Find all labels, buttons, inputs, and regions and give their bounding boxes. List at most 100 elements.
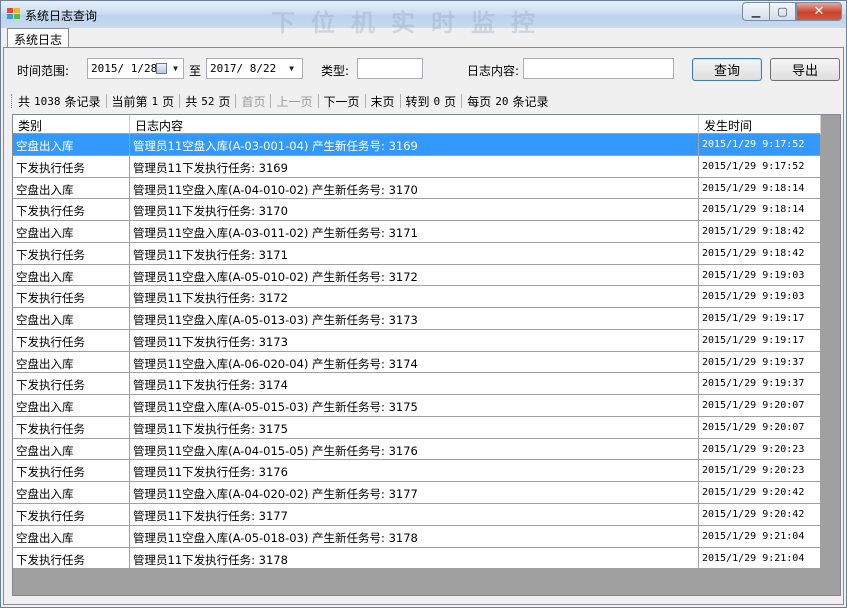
cell-category: 下发执行任务 <box>13 373 130 395</box>
cell-category: 空盘出入库 <box>13 221 130 243</box>
table-row[interactable]: 下发执行任务 管理员11下发执行任务: 3171 2015/1/29 9:18:42 <box>13 242 821 265</box>
cell-time: 2015/1/29 9:19:17 <box>699 329 821 351</box>
cell-category: 下发执行任务 <box>13 460 130 482</box>
cell-time: 2015/1/29 9:20:42 <box>699 504 821 526</box>
tab-strip: 系统日志 <box>3 28 844 48</box>
table-header: 类别 日志内容 发生时间 <box>13 115 821 134</box>
first-page-button[interactable]: 首页 <box>241 93 265 110</box>
cell-content: 管理员11下发执行任务: 3175 <box>130 416 699 438</box>
table-row[interactable]: 下发执行任务 管理员11下发执行任务: 3175 2015/1/29 9:20:07 <box>13 416 821 439</box>
table-row[interactable]: 空盘出入库 管理员11空盘入库(A-06-020-04) 产生新任务号: 3174… <box>13 351 821 374</box>
column-header-content[interactable]: 日志内容 <box>130 115 699 134</box>
per-page-input[interactable]: 20 <box>491 95 512 108</box>
start-date-value: 2015/ 1/28 <box>91 62 158 75</box>
cell-time: 2015/1/29 9:21:04 <box>699 525 821 547</box>
cell-category: 空盘出入库 <box>13 264 130 286</box>
calendar-icon[interactable] <box>156 63 167 74</box>
cell-time: 2015/1/29 9:20:23 <box>699 438 821 460</box>
table-row[interactable]: 空盘出入库 管理员11空盘入库(A-05-015-03) 产生新任务号: 3175… <box>13 395 821 417</box>
maximize-button[interactable]: ▢ <box>769 2 796 21</box>
cell-category: 下发执行任务 <box>13 416 130 438</box>
per-page-prefix: 每页 <box>467 94 492 109</box>
current-page: 1 <box>151 94 159 108</box>
column-header-category[interactable]: 类别 <box>13 115 130 134</box>
table-row[interactable]: 下发执行任务 管理员11下发执行任务: 3174 2015/1/29 9:19:37 <box>13 373 821 396</box>
divider <box>461 94 463 108</box>
cell-content: 管理员11空盘入库(A-05-015-03) 产生新任务号: 3175 <box>130 395 699 417</box>
cell-category: 空盘出入库 <box>13 482 130 504</box>
goto-page-input[interactable]: 0 <box>430 95 445 108</box>
end-date-picker[interactable]: 2017/ 8/22 ▼ <box>206 58 303 79</box>
total-records: 1038 <box>34 94 61 108</box>
cell-category: 下发执行任务 <box>13 329 130 351</box>
table-row[interactable]: 空盘出入库 管理员11空盘入库(A-04-010-02) 产生新任务号: 3170… <box>13 177 821 200</box>
table-row[interactable]: 下发执行任务 管理员11下发执行任务: 3176 2015/1/29 9:20:23 <box>13 460 821 483</box>
type-input[interactable] <box>357 58 423 79</box>
dropdown-arrow-icon[interactable]: ▼ <box>289 64 294 73</box>
next-page-button[interactable]: 下一页 <box>324 93 360 110</box>
total-prefix: 共 <box>18 94 31 109</box>
log-table[interactable]: 类别 日志内容 发生时间 空盘出入库 管理员11空盘入库(A-03-001-04)… <box>12 114 841 596</box>
pages-prefix: 共 <box>185 94 198 109</box>
total-suffix: 条记录 <box>64 94 101 109</box>
table-body: 空盘出入库 管理员11空盘入库(A-03-001-04) 产生新任务号: 3169… <box>13 134 821 570</box>
cell-content: 管理员11下发执行任务: 3169 <box>130 155 699 177</box>
window-title: 系统日志查询 <box>25 9 98 23</box>
cell-time: 2015/1/29 9:19:03 <box>699 264 821 286</box>
cell-content: 管理员11空盘入库(A-04-015-05) 产生新任务号: 3176 <box>130 438 699 460</box>
table-row[interactable]: 空盘出入库 管理员11空盘入库(A-05-018-03) 产生新任务号: 3178… <box>13 525 821 548</box>
table-row[interactable]: 空盘出入库 管理员11空盘入库(A-04-015-05) 产生新任务号: 3176… <box>13 438 821 461</box>
cell-time: 2015/1/29 9:18:42 <box>699 242 821 264</box>
content-input[interactable] <box>523 58 674 79</box>
table-row[interactable]: 下发执行任务 管理员11下发执行任务: 3177 2015/1/29 9:20:42 <box>13 504 821 526</box>
to-label: 至 <box>189 64 202 78</box>
cell-time: 2015/1/29 9:19:17 <box>699 308 821 330</box>
start-date-picker[interactable]: 2015/ 1/28 ▼ <box>87 58 184 79</box>
cell-time: 2015/1/29 9:18:14 <box>699 199 821 221</box>
table-row[interactable]: 空盘出入库 管理员11空盘入库(A-05-013-03) 产生新任务号: 3173… <box>13 308 821 330</box>
cell-content: 管理员11空盘入库(A-04-010-02) 产生新任务号: 3170 <box>130 177 699 199</box>
pager-toolbar: 共 1038 条记录 当前第 1 页 共 52 页 首页 上一页 下一页 末页 … <box>11 91 548 111</box>
column-header-time[interactable]: 发生时间 <box>699 115 821 134</box>
cell-time: 2015/1/29 9:19:37 <box>699 351 821 373</box>
cell-content: 管理员11下发执行任务: 3171 <box>130 242 699 264</box>
close-button[interactable]: ✕ <box>796 2 842 21</box>
table-row[interactable]: 下发执行任务 管理员11下发执行任务: 3178 2015/1/29 9:21:04 <box>13 547 821 570</box>
cell-category: 空盘出入库 <box>13 438 130 460</box>
total-pages: 52 <box>201 94 215 108</box>
log-query-window: 系统日志查询 下位机实时监控 ▁ ▢ ✕ 系统日志 时间范围: 2015/ 1/… <box>0 0 847 608</box>
query-button[interactable]: 查询 <box>692 58 762 81</box>
table-row[interactable]: 下发执行任务 管理员11下发执行任务: 3172 2015/1/29 9:19:03 <box>13 286 821 309</box>
divider <box>399 94 401 108</box>
window-controls: ▁ ▢ ✕ <box>742 2 842 21</box>
cell-category: 下发执行任务 <box>13 504 130 526</box>
table-row[interactable]: 下发执行任务 管理员11下发执行任务: 3173 2015/1/29 9:19:17 <box>13 329 821 352</box>
cell-category: 下发执行任务 <box>13 242 130 264</box>
title-bar[interactable]: 系统日志查询 下位机实时监控 ▁ ▢ ✕ <box>1 1 846 37</box>
cell-category: 空盘出入库 <box>13 134 130 155</box>
export-button[interactable]: 导出 <box>770 58 840 81</box>
cell-content: 管理员11空盘入库(A-05-018-03) 产生新任务号: 3178 <box>130 525 699 547</box>
table-row[interactable]: 空盘出入库 管理员11空盘入库(A-03-001-04) 产生新任务号: 3169… <box>13 134 821 156</box>
prev-page-button[interactable]: 上一页 <box>276 93 312 110</box>
table-row[interactable]: 空盘出入库 管理员11空盘入库(A-05-010-02) 产生新任务号: 3172… <box>13 264 821 287</box>
cell-content: 管理员11空盘入库(A-03-011-02) 产生新任务号: 3171 <box>130 221 699 243</box>
last-page-button[interactable]: 末页 <box>371 93 395 110</box>
cell-content: 管理员11下发执行任务: 3177 <box>130 504 699 526</box>
table-row[interactable]: 空盘出入库 管理员11空盘入库(A-04-020-02) 产生新任务号: 3177… <box>13 482 821 505</box>
close-icon: ✕ <box>813 4 825 19</box>
table-row[interactable]: 空盘出入库 管理员11空盘入库(A-03-011-02) 产生新任务号: 3171… <box>13 221 821 243</box>
cell-content: 管理员11空盘入库(A-04-020-02) 产生新任务号: 3177 <box>130 482 699 504</box>
divider <box>105 94 107 108</box>
cell-category: 下发执行任务 <box>13 155 130 177</box>
cell-time: 2015/1/29 9:20:07 <box>699 416 821 438</box>
table-row[interactable]: 下发执行任务 管理员11下发执行任务: 3170 2015/1/29 9:18:14 <box>13 199 821 222</box>
toolbar-grip[interactable] <box>11 94 14 108</box>
tab-system-log[interactable]: 系统日志 <box>7 28 70 48</box>
dropdown-arrow-icon: ▼ <box>173 64 178 73</box>
minimize-button[interactable]: ▁ <box>742 2 769 21</box>
cell-content: 管理员11下发执行任务: 3173 <box>130 329 699 351</box>
cell-content: 管理员11下发执行任务: 3170 <box>130 199 699 221</box>
table-row[interactable]: 下发执行任务 管理员11下发执行任务: 3169 2015/1/29 9:17:52 <box>13 155 821 178</box>
cell-content: 管理员11空盘入库(A-06-020-04) 产生新任务号: 3174 <box>130 351 699 373</box>
